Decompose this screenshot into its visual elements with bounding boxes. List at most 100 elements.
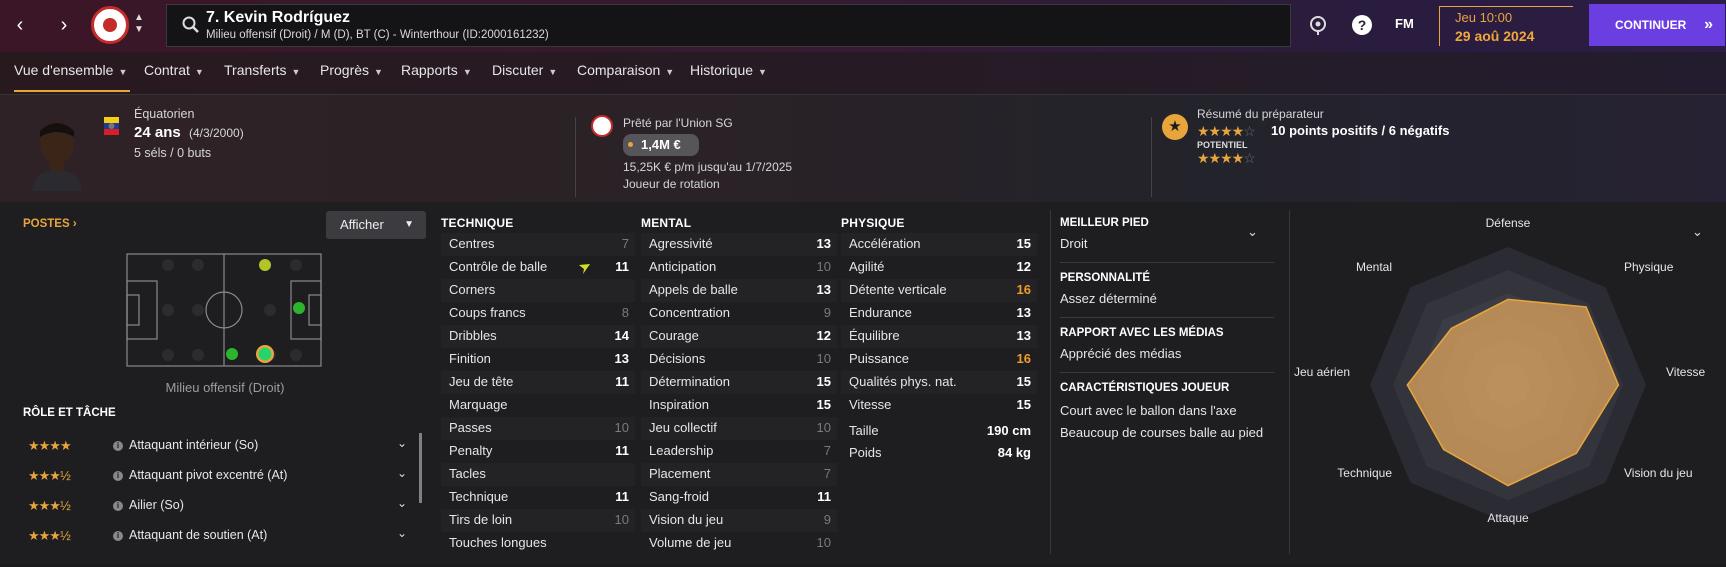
forward-button[interactable]: › bbox=[54, 12, 74, 38]
attribute-row[interactable]: Marquage bbox=[441, 394, 635, 417]
attribute-row[interactable]: Jeu de tête 11 bbox=[441, 371, 635, 394]
role-row[interactable]: ★★★½ i Attaquant de soutien (At) ⌄ bbox=[23, 522, 415, 550]
search-icon bbox=[182, 16, 199, 33]
attribute-row[interactable]: Qualités phys. nat. 15 bbox=[841, 371, 1037, 394]
attribute-row[interactable]: Équilibre 13 bbox=[841, 325, 1037, 348]
attribute-row[interactable]: Passes 10 bbox=[441, 417, 635, 440]
fm-menu-button[interactable]: FM bbox=[1395, 16, 1414, 31]
attribute-row[interactable]: Décisions 10 bbox=[641, 348, 837, 371]
attribute-row[interactable]: Volume de jeu 10 bbox=[641, 532, 837, 555]
attribute-value: 10 bbox=[816, 351, 831, 366]
attribute-row[interactable]: Leadership 7 bbox=[641, 440, 837, 463]
attribute-row[interactable]: Technique 11 bbox=[441, 486, 635, 509]
attribute-name: Technique bbox=[449, 489, 509, 504]
value-text: 1,4M € bbox=[641, 137, 681, 152]
attribute-name: Jeu de tête bbox=[449, 374, 514, 389]
display-label: Afficher bbox=[340, 217, 384, 232]
attribute-row[interactable]: Vision du jeu 9 bbox=[641, 509, 837, 532]
back-button[interactable]: ‹ bbox=[10, 12, 30, 38]
globe-ball-icon[interactable] bbox=[1307, 14, 1329, 36]
attribute-radar[interactable]: ⌄ Défense Physique Vitesse Vision du jeu Att… bbox=[1290, 202, 1726, 564]
attribute-row[interactable]: Sang-froid 11 bbox=[641, 486, 837, 509]
attribute-value: 15 bbox=[816, 374, 831, 389]
attribute-row[interactable]: Tacles bbox=[441, 463, 635, 486]
attribute-row[interactable]: Jeu collectif 10 bbox=[641, 417, 837, 440]
role-stars: ★★★★ bbox=[28, 438, 72, 453]
role-row[interactable]: ★★★½ i Ailier (So) ⌄ bbox=[23, 492, 415, 520]
tab-overview[interactable]: Vue d'ensemble ▼ bbox=[14, 62, 130, 92]
chevron-down-icon[interactable]: ⌄ bbox=[1692, 224, 1703, 240]
display-dropdown[interactable]: Afficher ▼ bbox=[326, 211, 426, 239]
attribute-row[interactable]: Endurance 13 bbox=[841, 302, 1037, 325]
attribute-row[interactable]: Détermination 15 bbox=[641, 371, 837, 394]
continue-button[interactable]: CONTINUER » bbox=[1589, 4, 1725, 46]
transfer-value[interactable]: 1,4M € bbox=[623, 134, 699, 156]
attribute-row[interactable]: Inspiration 15 bbox=[641, 394, 837, 417]
attribute-row[interactable]: Appels de balle 13 bbox=[641, 279, 837, 302]
attribute-row[interactable]: Vitesse 15 bbox=[841, 394, 1037, 417]
radar-label: Physique bbox=[1624, 260, 1674, 274]
tab-history[interactable]: Historique ▼ bbox=[690, 62, 767, 92]
loan-club-logo[interactable] bbox=[591, 115, 613, 137]
attribute-row[interactable]: Concentration 9 bbox=[641, 302, 837, 325]
profile-strip: Équatorien 24 ans (4/3/2000) 5 séls / 0 … bbox=[0, 94, 1726, 202]
tab-label: Progrès bbox=[320, 62, 370, 78]
attribute-row[interactable]: Touches longues bbox=[441, 532, 635, 555]
attribute-row[interactable]: Penalty 11 bbox=[441, 440, 635, 463]
attribute-row[interactable]: Placement 7 bbox=[641, 463, 837, 486]
chevron-down-icon[interactable]: ⌄ bbox=[1247, 224, 1258, 240]
physical-stat-row: Poids 84 kg bbox=[841, 442, 1037, 465]
tab-comparison[interactable]: Comparaison ▼ bbox=[577, 62, 674, 92]
help-icon[interactable]: ? bbox=[1351, 14, 1373, 36]
attribute-row[interactable]: Coups francs 8 bbox=[441, 302, 635, 325]
attribute-name: Contrôle de balle bbox=[449, 259, 548, 274]
role-row[interactable]: ★★★★ i Attaquant intérieur (So) ⌄ bbox=[23, 432, 415, 460]
tab-contract[interactable]: Contrat ▼ bbox=[144, 62, 204, 92]
best-foot-value: Droit bbox=[1060, 236, 1088, 251]
tab-reports[interactable]: Rapports ▼ bbox=[401, 62, 472, 92]
chevron-down-icon[interactable]: ⌄ bbox=[397, 436, 407, 450]
chevron-down-icon: ▼ bbox=[291, 67, 301, 77]
search-box[interactable]: 7. Kevin Rodríguez Milieu offensif (Droi… bbox=[166, 4, 1291, 47]
attribute-row[interactable]: Agilité 12 bbox=[841, 256, 1037, 279]
tab-progress[interactable]: Progrès ▼ bbox=[320, 62, 383, 92]
info-icon[interactable]: i bbox=[113, 531, 123, 541]
chevron-down-icon: ▼ bbox=[374, 67, 383, 77]
attribute-row[interactable]: Puissance 16 bbox=[841, 348, 1037, 371]
club-logo[interactable] bbox=[91, 6, 129, 44]
chevron-down-icon[interactable]: ⌄ bbox=[397, 526, 407, 540]
chevron-down-icon[interactable]: ⌄ bbox=[397, 496, 407, 510]
info-icon[interactable]: i bbox=[113, 471, 123, 481]
attribute-row[interactable]: Finition 13 bbox=[441, 348, 635, 371]
positions-title[interactable]: POSTES › bbox=[23, 218, 77, 230]
role-duty-title: RÔLE ET TÂCHE bbox=[23, 407, 116, 419]
roles-scrollbar[interactable] bbox=[419, 433, 422, 503]
attribute-row[interactable]: Agressivité 13 bbox=[641, 233, 837, 256]
club-switch-chevron-icon[interactable]: ▲ ▼ bbox=[134, 12, 144, 36]
tab-discuss[interactable]: Discuter ▼ bbox=[492, 62, 557, 92]
attribute-row[interactable]: Tirs de loin 10 bbox=[441, 509, 635, 532]
attribute-row[interactable]: Centres 7 bbox=[441, 233, 635, 256]
player-avatar[interactable] bbox=[28, 113, 86, 191]
info-icon[interactable]: i bbox=[113, 441, 123, 451]
chevron-down-icon: ▼ bbox=[118, 67, 128, 77]
attribute-row[interactable]: Contrôle de balle 11 bbox=[441, 256, 635, 279]
attribute-row[interactable]: Détente verticale 16 bbox=[841, 279, 1037, 302]
attribute-row[interactable]: Courage 12 bbox=[641, 325, 837, 348]
attribute-name: Penalty bbox=[449, 443, 493, 458]
attribute-row[interactable]: Accélération 15 bbox=[841, 233, 1037, 256]
attribute-name: Équilibre bbox=[849, 328, 900, 343]
position-pitch[interactable] bbox=[126, 253, 322, 367]
attribute-row[interactable]: Anticipation 10 bbox=[641, 256, 837, 279]
attribute-name: Décisions bbox=[649, 351, 706, 366]
chevron-down-icon[interactable]: ⌄ bbox=[397, 466, 407, 480]
trait-item: Beaucoup de courses balle au pied bbox=[1060, 425, 1264, 440]
attribute-row[interactable]: Dribbles 14 bbox=[441, 325, 635, 348]
role-row[interactable]: ★★★½ i Attaquant pivot excentré (At) ⌄ bbox=[23, 462, 415, 490]
info-icon[interactable]: i bbox=[113, 501, 123, 511]
star-badge-icon: ★ bbox=[1162, 114, 1188, 140]
tab-transfers[interactable]: Transferts ▼ bbox=[224, 62, 300, 92]
attribute-value: 13 bbox=[1016, 305, 1031, 320]
attribute-name: Endurance bbox=[849, 305, 912, 320]
attribute-row[interactable]: Corners bbox=[441, 279, 635, 302]
